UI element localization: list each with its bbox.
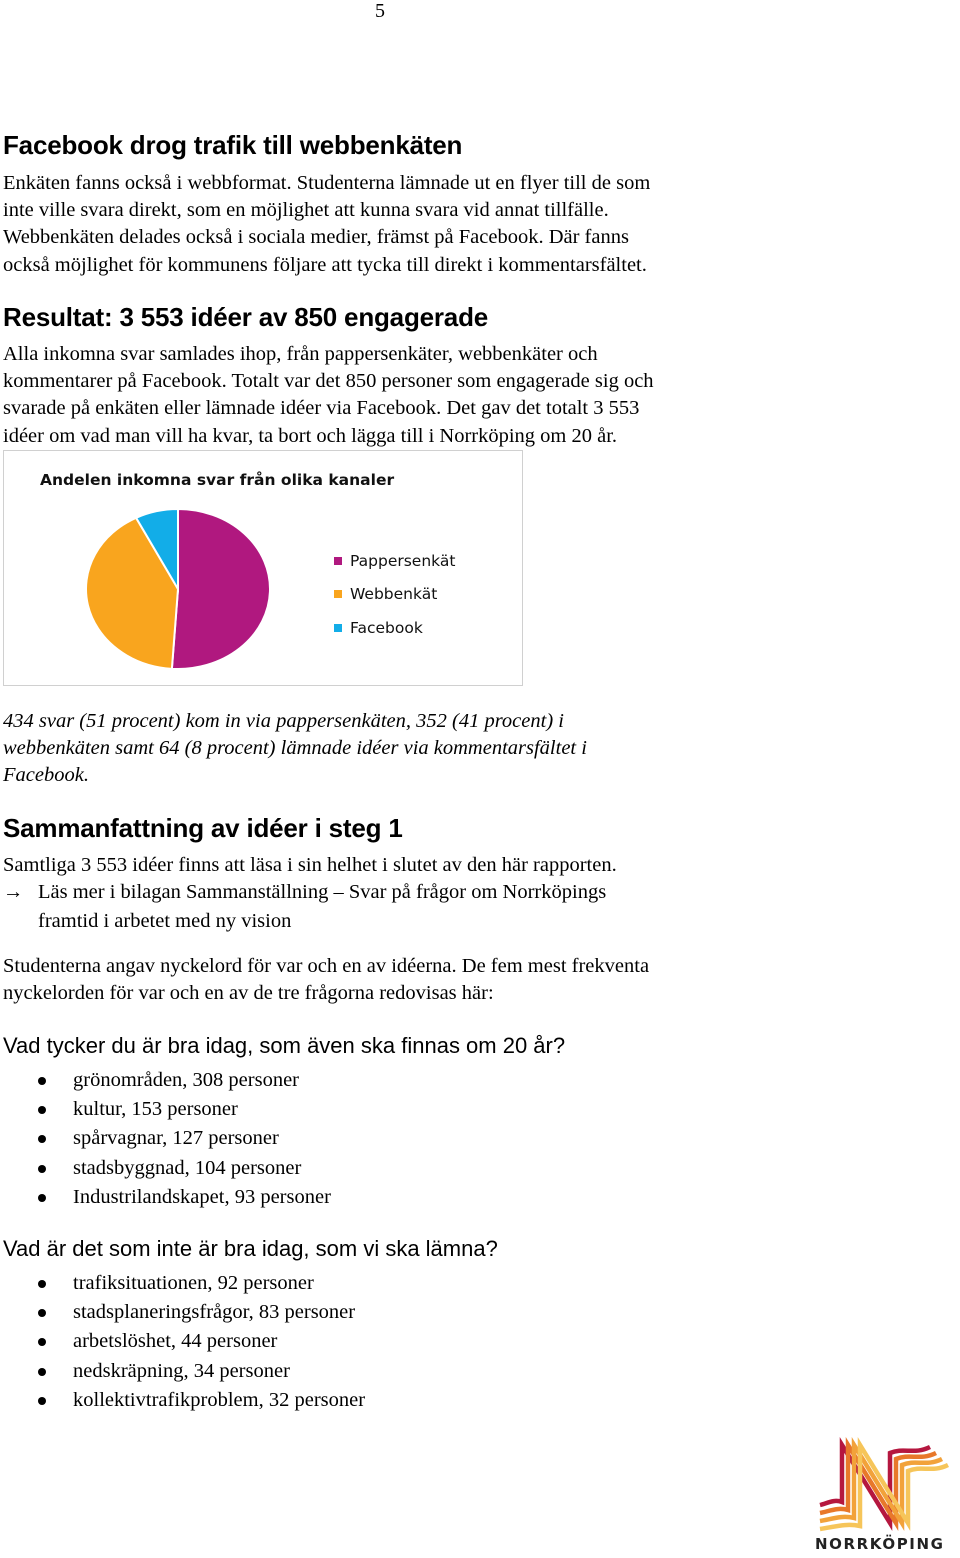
pie-slice-pappersenk-t: [170, 507, 271, 670]
legend-item-pappersenkat: Pappersenkät: [334, 551, 455, 571]
legend-swatch: [334, 623, 342, 632]
bullet-icon: [38, 1396, 46, 1405]
legend-label: Pappersenkät: [350, 552, 456, 570]
text-line: 434 svar (51 procent) kom in via pappers…: [3, 710, 564, 732]
legend-label: Webbenkät: [350, 585, 438, 603]
arrow-right-icon: →: [3, 881, 24, 903]
legend-item-facebook: Facebook: [334, 618, 423, 638]
bullet-icon: [38, 1077, 46, 1085]
bullet-icon: [38, 1135, 46, 1144]
text-line: kommentarer på Facebook. Totalt var det …: [3, 370, 654, 393]
legend-swatch: [334, 589, 342, 598]
paragraph-facebook: Enkäten fanns också i webbformat. Studen…: [3, 170, 793, 279]
legend-label: Facebook: [350, 619, 423, 637]
appendix-line: Läs mer i bilagan Sammanställning – Svar…: [38, 881, 607, 903]
sammanfattning-intro: Samtliga 3 553 idéer finns att läsa i si…: [3, 854, 617, 876]
chart-caption: 434 svar (51 procent) kom in via pappers…: [3, 708, 793, 790]
page-number: 5: [375, 0, 385, 22]
text-line: också möjlighet för kommunens följare at…: [3, 253, 647, 276]
bullet-icon: [38, 1106, 46, 1115]
logo-text: NORRKÖPING: [815, 1535, 945, 1553]
heading-sammanfattning: Sammanfattning av idéer i steg 1: [3, 813, 403, 843]
text-line: idéer om vad man vill ha kvar, ta bort o…: [3, 424, 618, 447]
question1-heading: Vad tycker du är bra idag, som även ska …: [3, 1033, 566, 1058]
bullet-icon: [38, 1367, 46, 1376]
text-line: webbenkäten samt 64 (8 procent) lämnade …: [3, 737, 587, 760]
paragraph-resultat: Alla inkomna svar samlades ihop, från pa…: [3, 341, 793, 450]
text-line: Enkäten fanns också i webbformat. Studen…: [3, 172, 651, 194]
appendix-line: framtid i arbetet med ny vision: [38, 910, 292, 932]
text-line: Facebook.: [3, 764, 89, 787]
text-line: Webbenkäten delades också i sociala medi…: [3, 226, 629, 249]
text-line: inte ville svara direkt, som en möjlighe…: [3, 199, 609, 222]
pie-chart: Andelen inkomna svar från olika kanaler …: [3, 450, 523, 686]
heading-resultat: Resultat: 3 553 idéer av 850 engagerade: [3, 302, 489, 332]
question2-heading: Vad är det som inte är bra idag, som vi …: [3, 1236, 498, 1261]
text-line: nyckelorden för var och en av de tre frå…: [3, 982, 494, 1005]
bullet-icon: [38, 1309, 46, 1318]
bullet-icon: [38, 1338, 46, 1347]
bullet-icon: [38, 1280, 46, 1288]
bullet-icon: [38, 1193, 46, 1202]
keywords-paragraph: Studenterna angav nyckelord för var och …: [3, 953, 793, 1007]
legend-item-webbenkat: Webbenkät: [334, 584, 437, 604]
text-line: Studenterna angav nyckelord för var och …: [3, 955, 650, 977]
legend-swatch: [334, 556, 342, 565]
heading-facebook: Facebook drog trafik till webbenkäten: [3, 130, 463, 160]
text-line: Alla inkomna svar samlades ihop, från pa…: [3, 343, 598, 365]
bullet-icon: [38, 1164, 46, 1173]
text-line: svarade på enkäten eller lämnade idéer v…: [3, 397, 640, 420]
